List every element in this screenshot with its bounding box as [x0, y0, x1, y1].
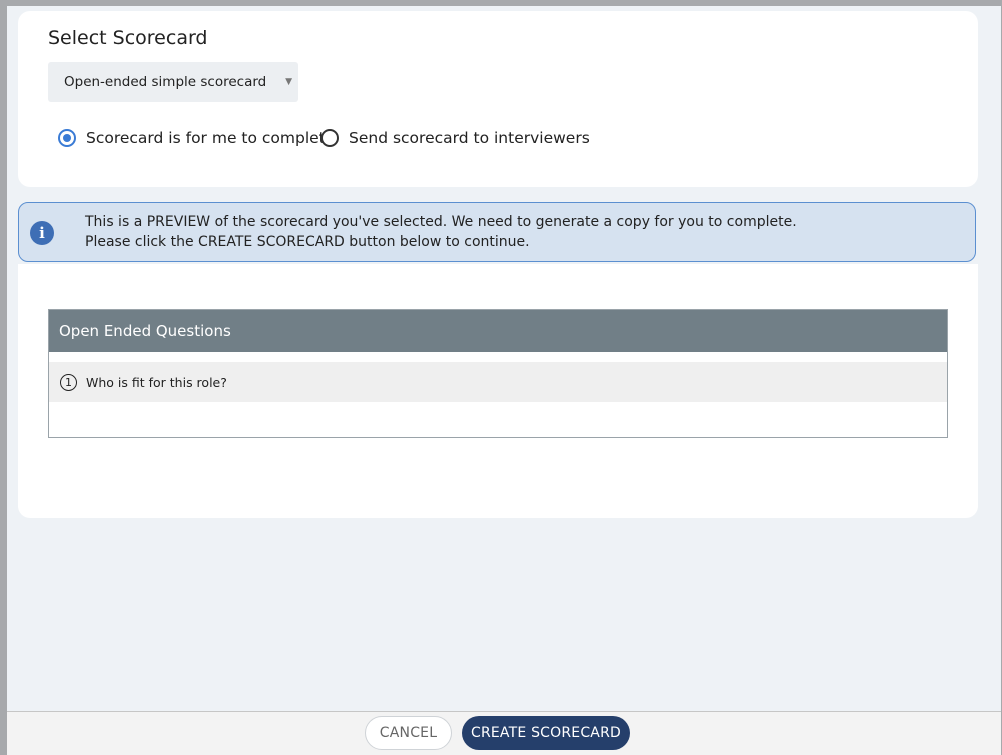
select-value: Open-ended simple scorecard	[64, 74, 267, 90]
section-title: Select Scorecard	[48, 27, 208, 49]
radio-button-checked-icon[interactable]	[58, 129, 76, 147]
radio-label: Send scorecard to interviewers	[349, 129, 590, 147]
cancel-button[interactable]: CANCEL	[365, 716, 452, 750]
question-number-badge: 1	[60, 373, 77, 391]
question-text: Who is fit for this role?	[86, 374, 227, 390]
alert-line-2: Please click the CREATE SCORECARD button…	[85, 234, 530, 250]
chevron-down-icon: ▼	[285, 77, 292, 87]
radio-complete-myself[interactable]: Scorecard is for me to complete	[58, 129, 334, 147]
radio-label: Scorecard is for me to complete	[86, 129, 335, 147]
alert-line-1: This is a PREVIEW of the scorecard you'v…	[85, 214, 797, 230]
question-row: 1 Who is fit for this role?	[49, 362, 947, 402]
create-scorecard-button[interactable]: CREATE SCORECARD	[462, 716, 630, 750]
scorecard-selection-card: Select Scorecard Open-ended simple score…	[18, 11, 978, 187]
scorecard-template-select[interactable]: Open-ended simple scorecard ▼	[48, 62, 298, 102]
preview-info-alert: i This is a PREVIEW of the scorecard you…	[18, 202, 976, 262]
modal-footer: CANCEL CREATE SCORECARD	[7, 711, 1001, 755]
modal-frame: Select Scorecard Open-ended simple score…	[7, 6, 1001, 755]
radio-send-to-interviewers[interactable]: Send scorecard to interviewers	[321, 129, 590, 147]
info-icon: i	[30, 221, 54, 245]
radio-button-unchecked-icon[interactable]	[321, 129, 339, 147]
scorecard-preview-card: Open Ended Questions 1 Who is fit for th…	[18, 264, 978, 518]
questions-table: Open Ended Questions 1 Who is fit for th…	[48, 309, 948, 438]
questions-table-header: Open Ended Questions	[49, 310, 947, 352]
